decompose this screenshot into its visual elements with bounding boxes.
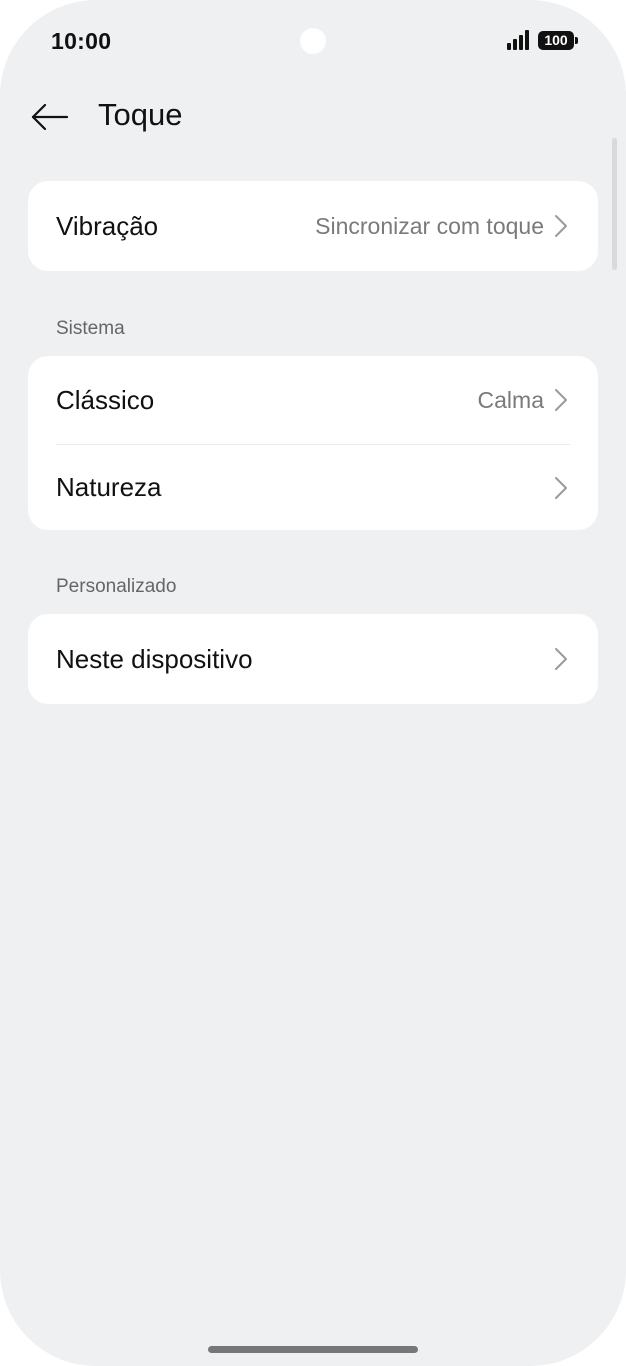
custom-card: Neste dispositivo (28, 614, 598, 704)
system-item-value: Calma (477, 386, 544, 413)
vibration-card: Vibração Sincronizar com toque (28, 181, 598, 271)
back-button[interactable] (24, 92, 74, 142)
front-camera (300, 28, 326, 54)
vibration-label: Vibração (56, 210, 159, 241)
chevron-right-icon (554, 475, 570, 501)
chevron-right-icon (554, 646, 570, 672)
battery-tip (575, 37, 578, 44)
signal-icon (507, 30, 531, 50)
home-indicator[interactable] (208, 1346, 418, 1353)
system-item-label: Natureza (56, 472, 162, 502)
vibration-row[interactable]: Vibração Sincronizar com toque (28, 181, 598, 271)
custom-item-label: Neste dispositivo (56, 643, 253, 674)
chevron-right-icon (554, 213, 570, 239)
system-card: Clássico Calma Natureza (28, 356, 598, 530)
phone-screen: 10:00 100 Toque Vibração Sincronizar com… (0, 0, 626, 1366)
custom-item-neste-dispositivo[interactable]: Neste dispositivo (28, 614, 598, 704)
system-item-label: Clássico (56, 384, 155, 415)
system-item-classico[interactable]: Clássico Calma (28, 356, 598, 444)
system-item-natureza[interactable]: Natureza (28, 445, 598, 530)
battery-level: 100 (544, 32, 568, 48)
vibration-value: Sincronizar com toque (315, 212, 544, 239)
arrow-left-icon (31, 103, 69, 131)
section-label-personalizado: Personalizado (56, 576, 177, 597)
battery-icon: 100 (538, 31, 574, 50)
chevron-right-icon (554, 387, 570, 413)
section-label-sistema: Sistema (56, 318, 125, 339)
page-title: Toque (98, 97, 183, 132)
status-time: 10:00 (51, 28, 112, 54)
scrollbar[interactable] (612, 138, 617, 270)
